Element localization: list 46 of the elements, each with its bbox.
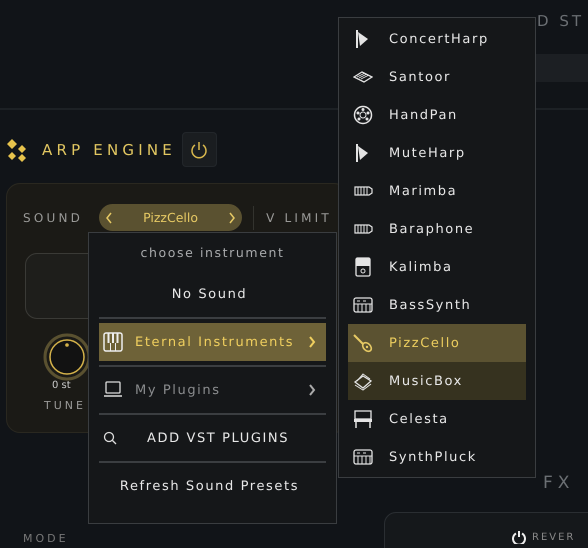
menu-item[interactable]: Eternal Instruments	[99, 323, 326, 361]
section-title: ARP ENGINE	[42, 140, 176, 158]
menu-item[interactable]: MusicBox	[348, 362, 526, 400]
sound-selector[interactable]: PizzCello	[99, 204, 242, 231]
menu-item[interactable]: BassSynth	[348, 286, 526, 324]
search-icon	[103, 431, 117, 445]
kalimba-icon	[353, 257, 373, 277]
chevron-right-icon	[308, 384, 316, 396]
field-label: V LIMIT	[266, 210, 332, 224]
violin-icon	[353, 333, 373, 353]
knob-value: 0 st	[52, 380, 71, 391]
menu-item[interactable]: Baraphone	[348, 210, 526, 248]
handpan-icon	[353, 105, 373, 125]
menu-item[interactable]: Celesta	[348, 400, 526, 438]
menu-item[interactable]: SynthPluck	[348, 438, 526, 476]
menu-heading: choose instrument	[139, 244, 286, 262]
knob-label: TUNE	[44, 399, 86, 412]
menu-item[interactable]: No Sound	[99, 275, 326, 313]
section-title: D ST	[537, 12, 584, 30]
laptop-icon	[103, 380, 123, 400]
menu-item[interactable]: PizzCello	[348, 324, 526, 362]
chevron-left-icon[interactable]	[105, 212, 114, 224]
tune-knob[interactable]	[43, 333, 91, 381]
music-box-icon	[353, 371, 373, 391]
section-label: MODE	[23, 532, 69, 545]
section-title: FX	[543, 473, 574, 493]
chevron-right-icon	[308, 336, 316, 348]
effect-label: REVER	[532, 532, 576, 542]
menu-item[interactable]: Santoor	[348, 58, 526, 96]
chevron-right-icon[interactable]	[228, 212, 236, 224]
menu-item[interactable]: ConcertHarp	[348, 20, 526, 58]
menu-item[interactable]: ADD VST PLUGINS	[99, 419, 326, 457]
menu-item[interactable]: Marimba	[348, 172, 526, 210]
piano-icon	[103, 332, 123, 352]
upright-piano-icon	[353, 409, 373, 429]
power-icon	[190, 140, 208, 160]
diamonds-icon	[6, 138, 28, 162]
menu-item[interactable]: Kalimba	[348, 248, 526, 286]
keyboard-icon	[353, 295, 373, 315]
keyboard-icon	[353, 447, 373, 467]
power-button[interactable]	[182, 132, 217, 167]
menu-item[interactable]: HandPan	[348, 96, 526, 134]
menu-item[interactable]: Refresh Sound Presets	[99, 467, 326, 505]
field-label: SOUND	[23, 210, 84, 224]
power-icon[interactable]	[512, 530, 526, 544]
menu-item[interactable]: MuteHarp	[348, 134, 526, 172]
